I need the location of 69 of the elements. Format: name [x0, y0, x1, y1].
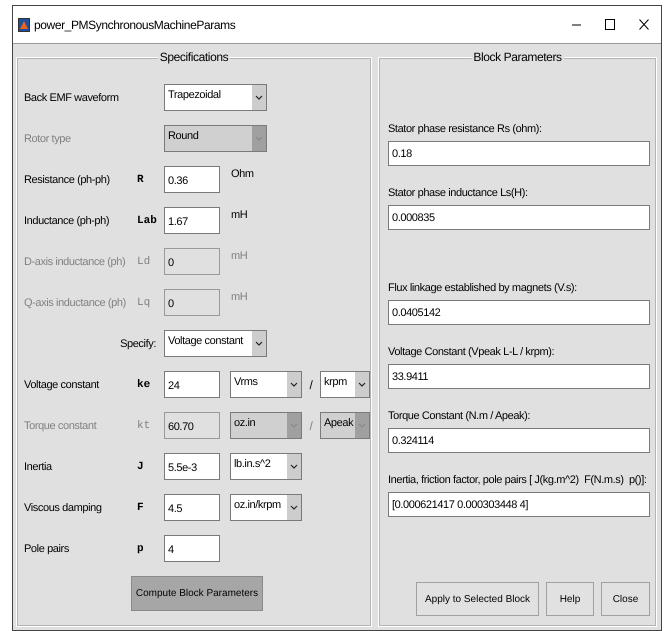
- field-label: Pole pairs: [24, 542, 70, 554]
- symbol-label: kt: [137, 420, 152, 432]
- chevron-icon: [255, 341, 263, 346]
- field-label: Inductance (ph-ph): [24, 214, 110, 226]
- field-label: Inertia: [24, 460, 54, 472]
- field-label: Stator phase resistance Rs (ohm):: [388, 122, 543, 136]
- unit-label: Ohm: [231, 168, 254, 180]
- input-field[interactable]: 5.5e-3: [164, 453, 220, 480]
- input-field[interactable]: 1.67: [164, 207, 220, 234]
- compute-button[interactable]: Compute Block Parameters: [131, 576, 263, 611]
- field-label: Torque Constant (N.m / Apeak):: [388, 409, 532, 423]
- symbol-label: F: [137, 502, 145, 514]
- symbol-label: Lab: [137, 214, 158, 226]
- field-label: Resistance (ph-ph): [24, 174, 111, 186]
- field-label: Flux linkage established by magnets (V.s):: [388, 281, 578, 295]
- input-field[interactable]: 0.0405142: [388, 300, 650, 325]
- symbol-label: p: [137, 542, 145, 554]
- field-label: Specify:: [119, 338, 157, 350]
- dropdown[interactable]: Vrms: [230, 371, 302, 398]
- input-field[interactable]: 0.36: [164, 166, 220, 193]
- field-label: D-axis inductance (ph): [24, 256, 126, 268]
- chevron-icon: [358, 382, 366, 387]
- group-title: Specifications: [158, 49, 230, 65]
- chevron-icon: [255, 136, 263, 141]
- input-field[interactable]: 0.324114: [388, 428, 650, 453]
- input-field[interactable]: 4.5: [164, 494, 220, 521]
- chevron-icon: [255, 95, 263, 100]
- window-title: power_PMSynchronousMachineParams: [34, 18, 236, 32]
- unit-label: mH: [231, 291, 248, 303]
- field-label: Stator phase inductance Ls(H):: [388, 186, 529, 200]
- symbol-label: R: [137, 174, 145, 186]
- dropdown[interactable]: oz.in/krpm: [230, 494, 302, 521]
- symbol-label: Lq: [137, 296, 152, 308]
- field-label: Back EMF waveform: [24, 92, 120, 104]
- input-field[interactable]: 33.9411: [388, 364, 650, 389]
- dialog-button[interactable]: Close: [601, 582, 650, 616]
- input-field[interactable]: 0.18: [388, 141, 650, 166]
- field-label: Viscous damping: [24, 502, 103, 514]
- chevron-icon: [290, 464, 298, 469]
- field-label: Voltage Constant (Vpeak L-L / krpm):: [388, 345, 556, 359]
- app-icon: [18, 18, 30, 32]
- separator-label: /: [308, 378, 314, 392]
- unit-label: mH: [231, 250, 248, 262]
- field-label: Voltage constant: [24, 378, 100, 390]
- symbol-label: J: [137, 460, 145, 472]
- input-field[interactable]: 24: [164, 371, 220, 398]
- input-field[interactable]: [0.000621417 0.000303448 4]: [388, 492, 650, 517]
- dropdown[interactable]: lb.in.s^2: [230, 453, 302, 480]
- field-label: Torque constant: [24, 420, 98, 432]
- symbol-label: Ld: [137, 256, 152, 268]
- chevron-icon: [290, 505, 298, 510]
- dropdown[interactable]: Voltage constant: [164, 330, 267, 357]
- chevron-icon: [290, 382, 298, 387]
- chevron-icon: [290, 423, 298, 428]
- dropdown[interactable]: Trapezoidal: [164, 84, 267, 111]
- separator-label: /: [308, 418, 314, 432]
- dialog-button[interactable]: Apply to Selected Block: [416, 582, 539, 616]
- dropdown[interactable]: krpm: [320, 371, 370, 398]
- input-field[interactable]: 0.000835: [388, 205, 650, 230]
- field-label: Inertia, friction factor, pole pairs [ J(kg.m^2) F(N.m.s) p()]:: [388, 473, 648, 487]
- close-icon[interactable]: [639, 19, 649, 30]
- symbol-label: ke: [137, 378, 152, 390]
- field-label: Rotor type: [24, 132, 72, 144]
- dialog-button[interactable]: Help: [546, 582, 594, 616]
- field-label: Q-axis inductance (ph): [24, 296, 127, 308]
- chevron-icon: [358, 423, 366, 428]
- maximize-icon[interactable]: [605, 19, 615, 30]
- unit-label: mH: [231, 209, 248, 221]
- input-field[interactable]: 4: [164, 535, 220, 562]
